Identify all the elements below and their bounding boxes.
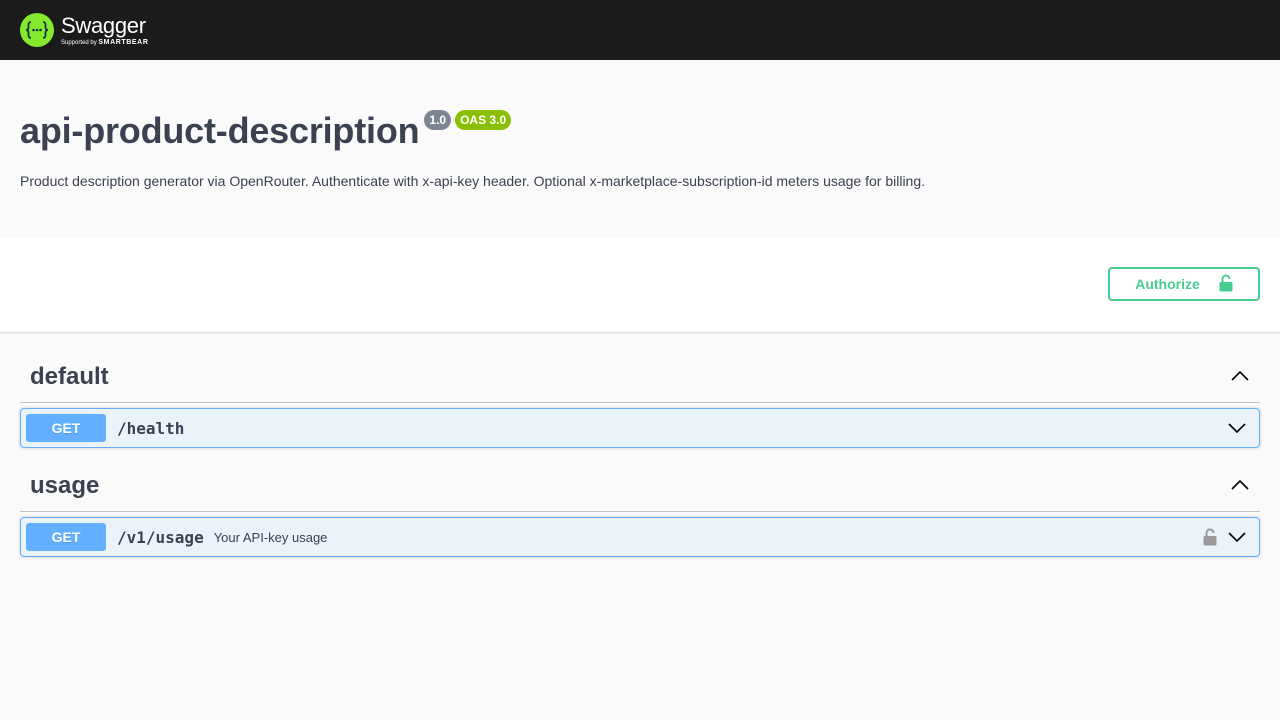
topbar: Swagger Supported by SMARTBEAR: [0, 0, 1280, 60]
logo-sub-prefix: Supported by: [61, 39, 97, 46]
operation-path: /v1/usage: [117, 527, 204, 547]
authorize-button[interactable]: Authorize: [1108, 267, 1260, 301]
operation-get-health[interactable]: GET /health: [20, 408, 1260, 448]
operation-path: /health: [117, 418, 185, 438]
api-info: api-product-description 1.0 OAS 3.0 Prod…: [0, 60, 1280, 237]
api-description: Product description generator via OpenRo…: [20, 173, 926, 189]
chevron-down-icon[interactable]: [1227, 422, 1247, 434]
chevron-up-icon[interactable]: [1230, 475, 1250, 495]
swagger-braces-icon: [20, 13, 54, 47]
chevron-up-icon[interactable]: [1230, 366, 1250, 386]
logo-name: Swagger: [61, 12, 146, 38]
swagger-logo[interactable]: Swagger Supported by SMARTBEAR: [20, 13, 149, 47]
version-badge: 1.0: [424, 110, 452, 130]
method-badge: GET: [26, 414, 106, 442]
operation-get-v1-usage[interactable]: GET /v1/usage Your API-key usage: [20, 517, 1260, 557]
lock-icon[interactable]: [1203, 528, 1217, 546]
scheme-container: Authorize: [0, 237, 1280, 332]
oas-badge: OAS 3.0: [455, 110, 512, 130]
logo-sub-brand: SMARTBEAR: [98, 38, 149, 46]
api-title: api-product-description: [20, 110, 420, 151]
unlocked-lock-icon: [1219, 273, 1233, 295]
tag-name: usage: [30, 472, 100, 499]
tag-name: default: [30, 363, 109, 390]
authorize-label: Authorize: [1135, 276, 1200, 292]
tag-header-usage[interactable]: usage: [20, 448, 1260, 512]
operation-summary: Your API-key usage: [213, 529, 328, 545]
tag-group-usage: usage GET /v1/usage Your API-key usage: [20, 448, 1260, 557]
tag-group-default: default GET /health: [20, 332, 1260, 448]
method-badge: GET: [26, 523, 106, 551]
logo-subtitle: Supported by SMARTBEAR: [61, 39, 149, 47]
operations-list: default GET /health usage GET /v1/usage …: [0, 332, 1280, 557]
tag-header-default[interactable]: default: [20, 332, 1260, 403]
chevron-down-icon[interactable]: [1227, 531, 1247, 543]
